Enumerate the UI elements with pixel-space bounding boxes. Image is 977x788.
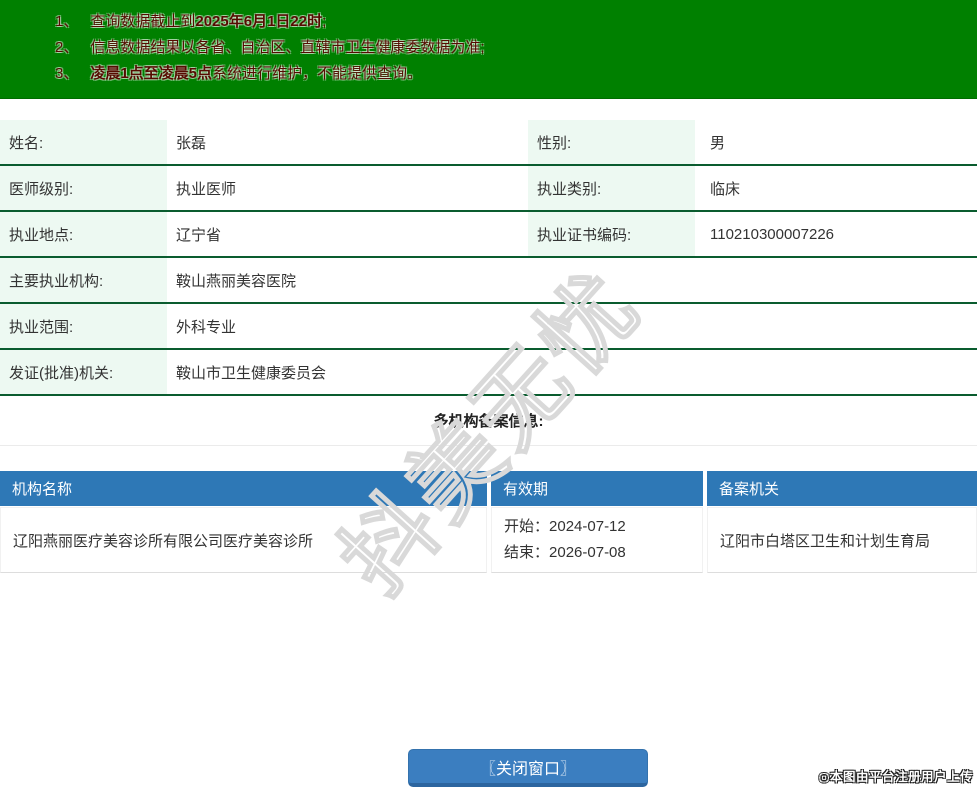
practice-location-value: 辽宁省	[167, 212, 528, 256]
column-header-filing-authority: 备案机关	[707, 471, 977, 506]
query-result-page: 1、查询数据截止到2025年6月1日22时; 2、信息数据结果以各省、自治区、直…	[0, 0, 977, 788]
filing-table: 机构名称 有效期 备案机关 辽阳燕丽医疗美容诊所有限公司医疗美容诊所 开始：20…	[0, 471, 977, 573]
name-value: 张磊	[167, 120, 528, 164]
gender-value: 男	[695, 120, 977, 164]
practice-scope-label: 执业范围:	[0, 304, 167, 348]
notice-line-1: 1、查询数据截止到2025年6月1日22时;	[0, 9, 977, 35]
column-header-org-name: 机构名称	[0, 471, 487, 506]
practice-scope-value: 外科专业	[167, 304, 977, 348]
notice-banner: 1、查询数据截止到2025年6月1日22时; 2、信息数据结果以各省、自治区、直…	[0, 0, 977, 99]
filing-authority-cell: 辽阳市白塔区卫生和计划生育局	[707, 507, 977, 573]
practice-location-label: 执业地点:	[0, 212, 167, 256]
notice-number: 3、	[55, 61, 78, 87]
column-header-validity: 有效期	[491, 471, 703, 506]
notice-text: 信息数据结果以各省、自治区、直辖市卫生健康委数据为准;	[90, 39, 484, 56]
license-number-label: 执业证书编码:	[528, 212, 695, 256]
license-number-value: 110210300007226	[695, 212, 977, 256]
info-row-location-license: 执业地点: 辽宁省 执业证书编码: 110210300007226	[0, 212, 977, 258]
notice-text: 查询数据截止到	[90, 13, 195, 30]
validity-end: 结束：2026-07-08	[504, 540, 626, 566]
practice-category-label: 执业类别:	[528, 166, 695, 210]
close-window-button[interactable]: 〖关闭窗口〗	[408, 749, 648, 787]
info-row-name-gender: 姓名: 张磊 性别: 男	[0, 120, 977, 166]
info-row-issuing-authority: 发证(批准)机关: 鞍山市卫生健康委员会	[0, 350, 977, 396]
notice-number: 2、	[55, 35, 78, 61]
info-row-main-institution: 主要执业机构: 鞍山燕丽美容医院	[0, 258, 977, 304]
filing-table-header: 机构名称 有效期 备案机关	[0, 471, 977, 506]
gender-label: 性别:	[528, 120, 695, 164]
notice-text-bold: 凌晨1点至凌晨5点	[90, 65, 212, 82]
org-name-cell: 辽阳燕丽医疗美容诊所有限公司医疗美容诊所	[0, 507, 487, 573]
notice-text: 系统进行维护，不能提供查询。	[212, 65, 422, 82]
validity-start-date: 2024-07-12	[549, 518, 626, 535]
name-label: 姓名:	[0, 120, 167, 164]
notice-line-2: 2、信息数据结果以各省、自治区、直辖市卫生健康委数据为准;	[0, 35, 977, 61]
validity-start-label: 开始：	[504, 518, 549, 535]
issuing-authority-label: 发证(批准)机关:	[0, 350, 167, 394]
doctor-info-table: 姓名: 张磊 性别: 男 医师级别: 执业医师 执业类别: 临床 执业地点: 辽…	[0, 120, 977, 396]
info-row-level-category: 医师级别: 执业医师 执业类别: 临床	[0, 166, 977, 212]
doctor-level-label: 医师级别:	[0, 166, 167, 210]
issuing-authority-value: 鞍山市卫生健康委员会	[167, 350, 977, 394]
notice-text: ;	[322, 13, 326, 30]
validity-end-label: 结束：	[504, 544, 549, 561]
info-row-practice-scope: 执业范围: 外科专业	[0, 304, 977, 350]
notice-text-bold: 2025年6月1日22时	[195, 13, 322, 30]
filing-section-header: 多机构备案信息:	[0, 396, 977, 446]
filing-section-title: 多机构备案信息:	[434, 410, 544, 431]
main-institution-value: 鞍山燕丽美容医院	[167, 258, 977, 302]
doctor-level-value: 执业医师	[167, 166, 528, 210]
notice-line-3: 3、凌晨1点至凌晨5点系统进行维护，不能提供查询。	[0, 61, 977, 87]
practice-category-value: 临床	[695, 166, 977, 210]
notice-number: 1、	[55, 9, 78, 35]
main-institution-label: 主要执业机构:	[0, 258, 167, 302]
upload-note-watermark: ◎本图由平台注册用户上传	[819, 766, 973, 785]
validity-start: 开始：2024-07-12	[504, 514, 626, 540]
table-row: 辽阳燕丽医疗美容诊所有限公司医疗美容诊所 开始：2024-07-12 结束：20…	[0, 507, 977, 573]
validity-cell: 开始：2024-07-12 结束：2026-07-08	[491, 507, 703, 573]
validity-end-date: 2026-07-08	[549, 544, 626, 561]
